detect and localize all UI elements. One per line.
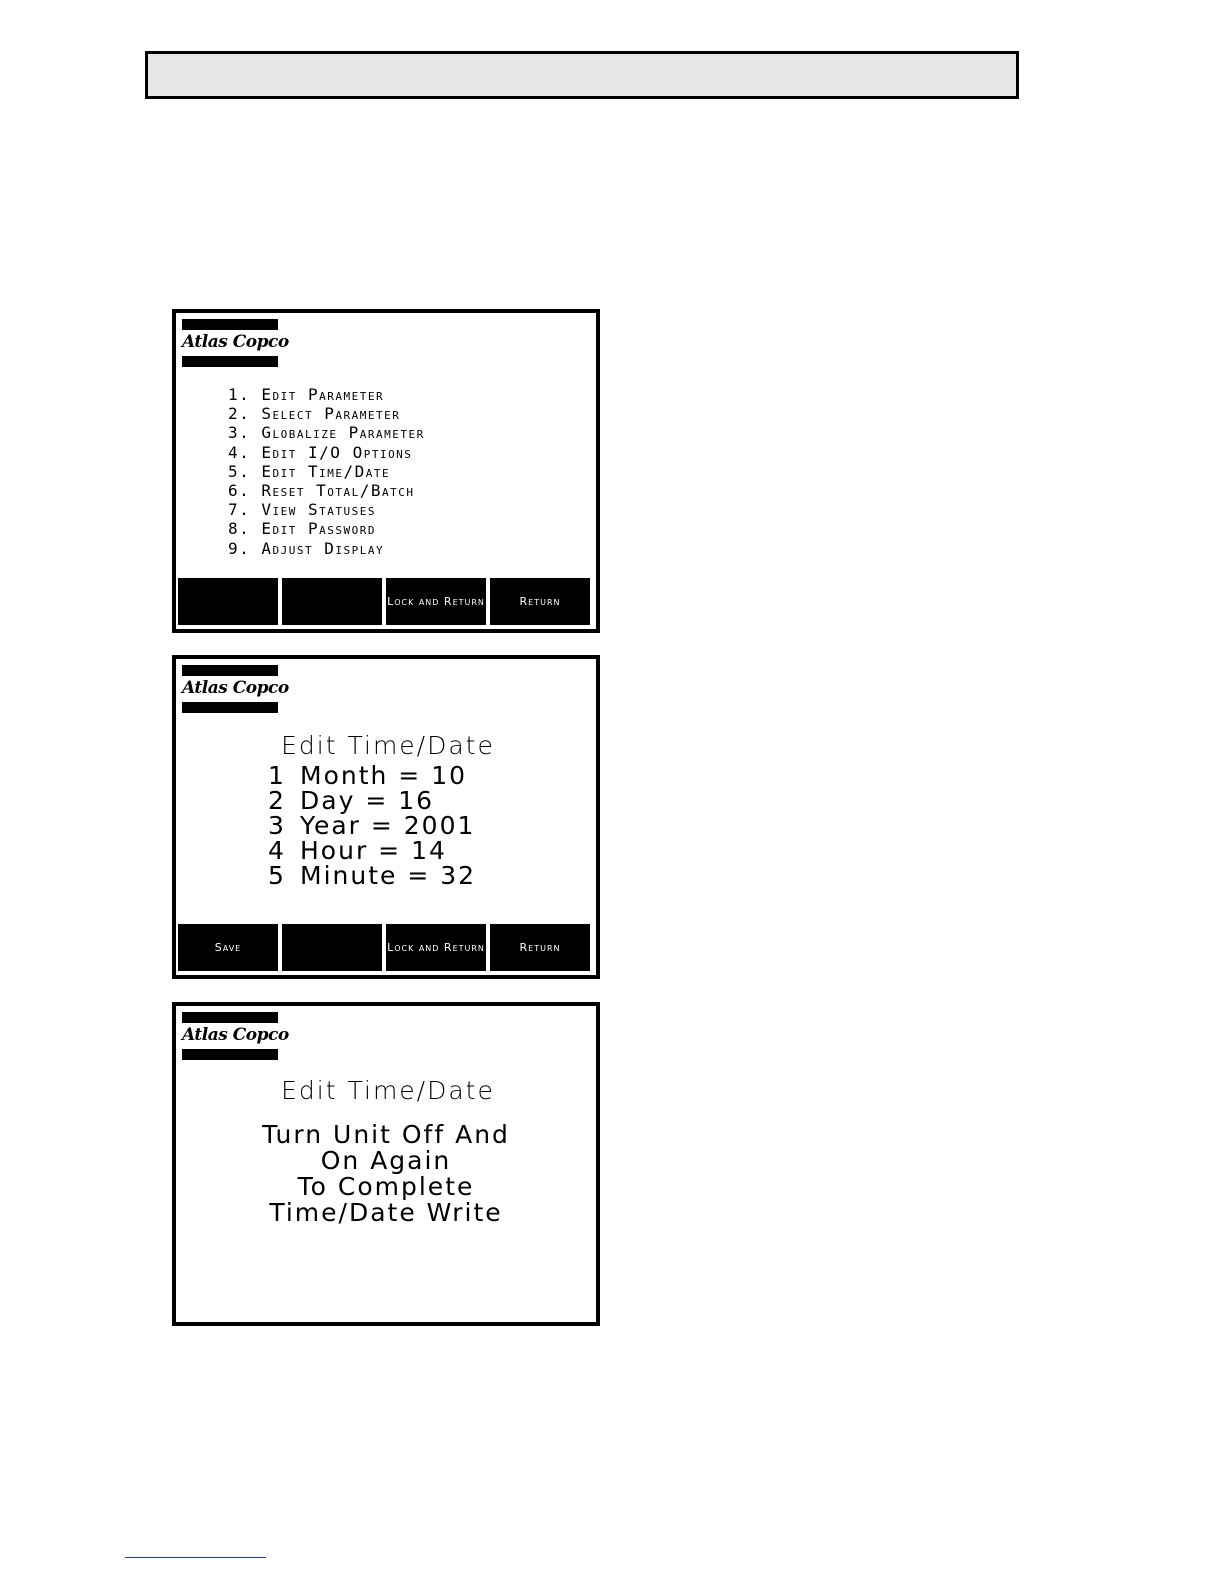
menu-item-edit-password[interactable]: 8. Edit Password (228, 519, 425, 538)
page-header-bar (145, 51, 1019, 99)
menu-item-edit-time-date[interactable]: 5. Edit Time/Date (228, 462, 425, 481)
menu-item-edit-parameter[interactable]: 1. Edit Parameter (228, 385, 425, 404)
restart-notice-screen: Atlas Copco Edit Time/Date Turn Unit Off… (172, 1002, 600, 1326)
logo-bar-top (182, 665, 278, 676)
logo-text: Atlas Copco (182, 332, 289, 352)
field-value: 2001 (403, 811, 476, 840)
message-line: To Complete (297, 1172, 475, 1201)
lock-and-return-button[interactable]: Lock and Return (386, 924, 486, 971)
message-line: Time/Date Write (269, 1198, 503, 1227)
field-hour[interactable]: 4 Hour = 14 (268, 838, 476, 863)
save-button[interactable]: Save (178, 924, 278, 971)
field-number: 3 (268, 811, 286, 840)
field-number: 2 (268, 786, 286, 815)
logo-bar-bottom (182, 356, 278, 367)
menu-screen: Atlas Copco 1. Edit Parameter 2. Select … (172, 309, 600, 633)
menu-list: 1. Edit Parameter 2. Select Parameter 3.… (228, 385, 425, 558)
field-number: 4 (268, 836, 286, 865)
time-date-field-list: 1 Month = 10 2 Day = 16 3 Year = 2001 4 Hour… (268, 763, 476, 888)
field-value: 16 (398, 786, 435, 815)
return-button[interactable]: Return (490, 924, 590, 971)
return-button[interactable]: Return (490, 578, 590, 625)
logo-text: Atlas Copco (182, 678, 289, 698)
field-value: 10 (431, 761, 468, 790)
field-value: 32 (440, 861, 477, 890)
screen-title: Edit Time/Date (281, 1076, 495, 1105)
logo-text: Atlas Copco (182, 1025, 289, 1045)
footnote-divider (125, 1557, 266, 1558)
menu-item-select-parameter[interactable]: 2. Select Parameter (228, 404, 425, 423)
field-value: 14 (411, 836, 447, 865)
logo-bar-bottom (182, 1049, 278, 1060)
screen-title: Edit Time/Date (281, 731, 495, 760)
message-line: On Again (320, 1146, 452, 1175)
field-label: Month (300, 761, 389, 790)
logo-bar-top (182, 1012, 278, 1023)
field-number: 1 (268, 761, 286, 790)
field-number: 5 (268, 861, 286, 890)
field-month[interactable]: 1 Month = 10 (268, 763, 476, 788)
field-minute[interactable]: 5 Minute = 32 (268, 863, 476, 888)
softkey-2[interactable] (282, 578, 382, 625)
menu-item-adjust-display[interactable]: 9. Adjust Display (228, 539, 425, 558)
lock-and-return-button[interactable]: Lock and Return (386, 578, 486, 625)
field-label: Minute (300, 861, 398, 890)
atlas-copco-logo: Atlas Copco (182, 665, 289, 713)
edit-time-date-screen: Atlas Copco Edit Time/Date 1 Month = 10 2… (172, 655, 600, 979)
field-label: Hour (300, 836, 369, 865)
softkey-2[interactable] (282, 924, 382, 971)
field-label: Year (300, 811, 361, 840)
menu-item-view-statuses[interactable]: 7. View Statuses (228, 500, 425, 519)
softkey-1[interactable] (178, 578, 278, 625)
message-line: Turn Unit Off And (262, 1120, 510, 1149)
logo-bar-bottom (182, 702, 278, 713)
menu-item-globalize-parameter[interactable]: 3. Globalize Parameter (228, 423, 425, 442)
softkey-bar: Lock and Return Return (178, 578, 590, 625)
softkey-bar: Save Lock and Return Return (178, 924, 590, 971)
atlas-copco-logo: Atlas Copco (182, 1012, 289, 1060)
menu-item-edit-io-options[interactable]: 4. Edit I/O Options (228, 443, 425, 462)
field-day[interactable]: 2 Day = 16 (268, 788, 476, 813)
atlas-copco-logo: Atlas Copco (182, 319, 289, 367)
logo-bar-top (182, 319, 278, 330)
menu-item-reset-total-batch[interactable]: 6. Reset Total/Batch (228, 481, 425, 500)
restart-message: Turn Unit Off And On Again To Complete T… (176, 1122, 596, 1226)
field-year[interactable]: 3 Year = 2001 (268, 813, 476, 838)
field-label: Day (300, 786, 356, 815)
